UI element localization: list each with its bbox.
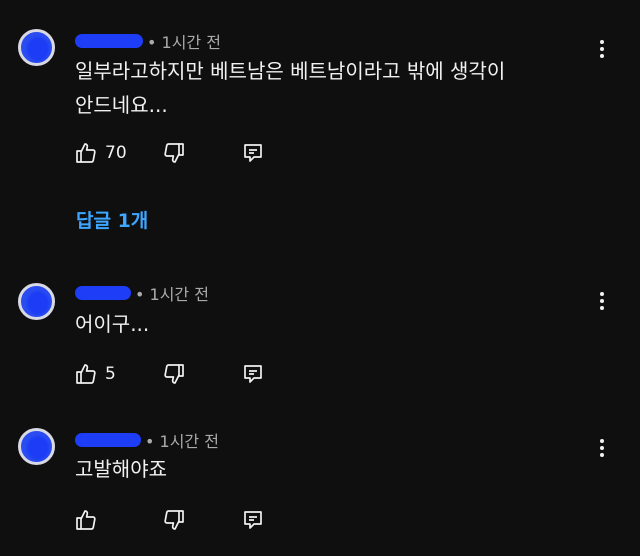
like-button[interactable]: 70 [74,140,127,166]
like-button[interactable] [74,507,105,533]
thumbs-down-icon [164,143,184,163]
like-button[interactable]: 5 [74,361,116,387]
reply-icon [244,144,262,162]
thumbs-down-icon [164,510,184,530]
comment-text: 고발해야죠 [75,457,167,481]
avatar[interactable] [18,428,55,465]
redacted-author-name[interactable] [75,286,131,300]
comment-actions [74,507,274,533]
dislike-button[interactable] [162,507,186,533]
reply-icon [244,511,262,529]
dislike-button[interactable] [162,140,186,166]
comment-text: 어이구... [75,312,150,336]
reply-button[interactable] [242,140,264,166]
comment-header: • 1시간 전 [75,282,209,304]
comment-timestamp: • 1시간 전 [135,285,209,304]
more-vert-icon[interactable] [592,436,612,460]
more-vert-icon[interactable] [592,37,612,61]
reply-icon [244,365,262,383]
comment-text: 일부라고하지만 베트남은 베트남이라고 밖에 생각이 안드네요... [75,59,506,117]
comment-timestamp: • 1시간 전 [147,33,221,52]
avatar[interactable] [18,29,55,66]
comment-actions: 70 [74,140,274,166]
comment-actions: 5 [74,361,274,387]
thumbs-up-icon [76,143,96,163]
thumbs-up-icon [76,510,96,530]
like-count: 70 [105,143,127,163]
comment-header: • 1시간 전 [75,429,219,451]
reply-button[interactable] [242,361,264,387]
avatar[interactable] [18,283,55,320]
view-replies-link[interactable]: 답글 1개 [76,206,148,233]
comment-header: • 1시간 전 [75,30,221,52]
reply-button[interactable] [242,507,264,533]
thumbs-down-icon [164,364,184,384]
redacted-author-name[interactable] [75,34,143,48]
comment-timestamp: • 1시간 전 [145,432,219,451]
redacted-author-name[interactable] [75,433,141,447]
more-vert-icon[interactable] [592,289,612,313]
dislike-button[interactable] [162,361,186,387]
like-count: 5 [105,364,116,384]
thumbs-up-icon [76,364,96,384]
